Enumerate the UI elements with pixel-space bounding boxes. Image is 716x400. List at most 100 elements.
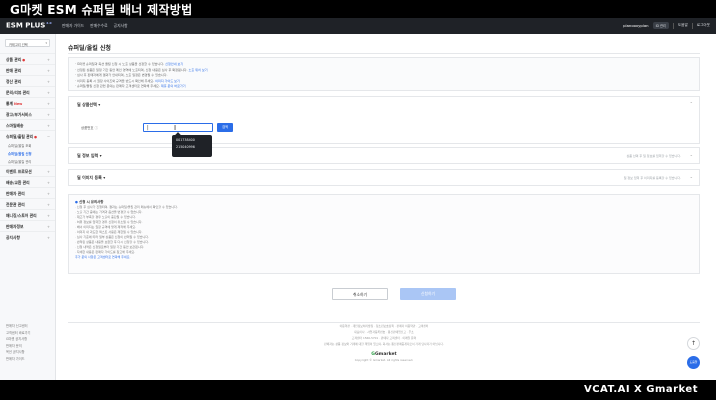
sidebar-item-delivery[interactable]: 배송/교환 관리 + xyxy=(0,176,55,187)
main-content: 슈퍼딜/올킬 신청 · G마켓 슈퍼딜과 옥션 올킬 신청 시 노출 상품을 선… xyxy=(56,34,716,380)
plus-icon: + xyxy=(46,112,50,117)
plus-icon: + xyxy=(46,68,50,73)
plus-icon: + xyxy=(46,101,50,106)
mouse-cursor-icon: I xyxy=(174,124,177,132)
watermark-text: VCAT.AI X Gmarket xyxy=(583,384,698,395)
header-right: planooxyplan ID 관리 도움말 로그아웃 xyxy=(623,22,710,29)
info-box: ● 신청 시 유의사항 · 신청 후 심사가 진행되며, 결과는 슈퍼딜/올킬 … xyxy=(68,194,700,274)
help-button[interactable]: 도움말 xyxy=(687,356,700,369)
status-badge: ● xyxy=(34,135,38,139)
chevron-down-icon: ▾ xyxy=(45,41,47,45)
sidebar-sub-superdeal-list[interactable]: 슈퍼딜/올킬 조회 xyxy=(0,141,55,149)
plus-icon: + xyxy=(46,224,50,229)
new-badge: New xyxy=(14,102,23,106)
sidebar-item-superdeal[interactable]: 슈퍼딜/올킬 관리● − xyxy=(0,130,55,141)
scroll-top-button[interactable]: ↑ xyxy=(687,337,700,350)
divider xyxy=(691,22,693,29)
product-number-row: 상품번호 ⓘ | 검색 xyxy=(81,123,233,132)
plus-icon: + xyxy=(46,123,50,128)
sidebar-item-shop[interactable]: 전문관 관리 + xyxy=(0,198,55,209)
section-header[interactable]: 딜 정보 입력 ▾ 상품 선택 후 딜 정보를 입력할 수 있습니다. ⌄ xyxy=(69,148,699,163)
section-header[interactable]: 딜 상품선택 ▾ ⌃ xyxy=(69,97,699,112)
sidebar-footer: 판매자 신고센터 고객센터 바로가기 G마켓 공지사항 판매자 문의 옥션 공지… xyxy=(6,323,30,362)
sidebar-item-notice[interactable]: 공지사항 + xyxy=(0,231,55,242)
sidebar-sub-superdeal-manage[interactable]: 슈퍼딜/올킬 관리 xyxy=(0,157,55,165)
help-icon: ⓘ xyxy=(94,126,98,130)
chevron-down-icon[interactable]: ⌄ xyxy=(690,174,693,179)
section-deal-product: 딜 상품선택 ▾ ⌃ 상품번호 ⓘ | 검색 xyxy=(68,96,700,144)
chevron-down-icon[interactable]: ⌄ xyxy=(690,152,693,157)
submit-button[interactable]: 신청하기 xyxy=(400,288,456,300)
page-title: 슈퍼딜/올킬 신청 xyxy=(68,45,111,52)
divider xyxy=(672,22,674,29)
product-number-input[interactable]: | xyxy=(143,123,213,132)
search-button[interactable]: 검색 xyxy=(217,123,233,132)
plus-icon: + xyxy=(46,202,50,207)
category-select[interactable]: 카테고리 선택 ▾ xyxy=(5,39,50,47)
gmarket-logo: GGmarket xyxy=(371,352,397,357)
sidebar-item-smile[interactable]: 스마일배송 + xyxy=(0,119,55,130)
copyright: Copyright © Gmarket. All rights reserved… xyxy=(354,358,414,362)
cancel-button[interactable]: 취소하기 xyxy=(332,288,388,300)
sidebar-item-inquiry[interactable]: 문의/리뷰 관리 + xyxy=(0,86,55,97)
minus-icon: − xyxy=(46,134,50,139)
notice-box: · G마켓 슈퍼딜과 옥션 올킬 신청 시 노출 상품을 선정할 수 있습니다.… xyxy=(68,57,700,91)
sidebar-item-settlement[interactable]: 정산 관리 + xyxy=(0,75,55,86)
nav-notice[interactable]: 공지사항 xyxy=(114,23,128,29)
section-deal-info: 딜 정보 입력 ▾ 상품 선택 후 딜 정보를 입력할 수 있습니다. ⌄ xyxy=(68,147,700,164)
autocomplete-option[interactable]: 001738400 xyxy=(176,138,208,145)
sidebar-item-sales[interactable]: 판매 관리 + xyxy=(0,64,55,75)
section-header[interactable]: 딜 이미지 등록 ▾ 딜 정보 입력 후 이미지를 등록할 수 있습니다. ⌄ xyxy=(69,170,699,185)
status-badge: ● xyxy=(22,58,26,62)
section-note: 딜 정보 입력 후 이미지를 등록할 수 있습니다. xyxy=(623,175,681,180)
header-nav: 판매자 가이드 판매수수료 공지사항 xyxy=(62,23,128,29)
plus-icon: + xyxy=(46,191,50,196)
watermark-bar: VCAT.AI X Gmarket xyxy=(0,380,716,400)
logout-link[interactable]: 로그아웃 xyxy=(697,23,710,28)
esm-logo[interactable]: ESM PLUS2.0 xyxy=(6,21,52,29)
autocomplete-dropdown: 001738400 215040996 xyxy=(172,132,212,157)
notice-link[interactable]: 노출 위치 보기 xyxy=(189,68,208,72)
notice-line: · 슈퍼딜/올킬 신청 관련 문의는 판매자 고객센터로 연락해 주세요. 제휴… xyxy=(75,84,186,89)
notice-link[interactable]: 제휴 문의 바로가기 xyxy=(161,84,186,88)
info-icon: ● xyxy=(75,200,78,204)
sidebar-sub-superdeal-apply[interactable]: 슈퍼딜/올킬 신청 xyxy=(0,149,55,157)
autocomplete-option[interactable]: 215040996 xyxy=(176,145,208,152)
plus-icon: + xyxy=(46,90,50,95)
sidebar: 카테고리 선택 ▾ 상품 관리● + 판매 관리 + 정산 관리 + 문의/리뷰 관리 +… xyxy=(0,34,56,380)
sidebar-item-event[interactable]: 이벤트 프로모션 + xyxy=(0,165,55,176)
divider xyxy=(68,53,700,54)
sidebar-item-store[interactable]: 매니징/스토어 관리 + xyxy=(0,209,55,220)
notice-link[interactable]: 신청안내 보기 xyxy=(165,62,183,66)
notice-link[interactable]: 이미지 가이드 보기 xyxy=(155,79,180,83)
info-contact-line[interactable]: 추가 문의 사항은 고객센터로 연락해 주세요. xyxy=(75,255,693,260)
sidebar-item-ads[interactable]: 광고/부가서비스 + xyxy=(0,108,55,119)
video-title: G마켓 ESM 슈퍼딜 배너 제작방법 xyxy=(10,3,193,17)
section-deal-image: 딜 이미지 등록 ▾ 딜 정보 입력 후 이미지를 등록할 수 있습니다. ⌄ xyxy=(68,169,700,186)
sidebar-footer-link[interactable]: 판매자 가이드 xyxy=(6,356,30,363)
plus-icon: + xyxy=(46,235,50,240)
footer-line: 대표이사 · 사업자등록번호 · 통신판매업신고 · 주소 xyxy=(354,330,414,334)
sidebar-item-seller[interactable]: 판매자 관리 + xyxy=(0,187,55,198)
account-name[interactable]: planooxyplan xyxy=(623,23,648,28)
plus-icon: + xyxy=(46,213,50,218)
nav-fees[interactable]: 판매수수료 xyxy=(90,23,107,29)
sidebar-item-product[interactable]: 상품 관리● + xyxy=(0,53,55,64)
plus-icon: + xyxy=(46,79,50,84)
plus-icon: + xyxy=(46,169,50,174)
id-manage-chip[interactable]: ID 관리 xyxy=(652,22,669,29)
chevron-up-icon[interactable]: ⌃ xyxy=(690,101,693,106)
help-link[interactable]: 도움말 xyxy=(678,23,688,28)
sidebar-item-stats[interactable]: 통계New + xyxy=(0,97,55,108)
footer-line: 고객센터 1566-5701 · 판매자 고객센터 · 이메일 문의 xyxy=(351,336,417,340)
page-footer: 이용약관 · 개인정보처리방침 · 청소년보호정책 · 판매자 이용약관 · 고… xyxy=(68,322,700,380)
plus-icon: + xyxy=(46,57,50,62)
video-title-bar: G마켓 ESM 슈퍼딜 배너 제작방법 xyxy=(0,0,716,18)
text-cursor: | xyxy=(147,125,149,131)
section-note: 상품 선택 후 딜 정보를 입력할 수 있습니다. xyxy=(626,153,681,158)
app-header: ESM PLUS2.0 판매자 가이드 판매수수료 공지사항 planooxyp… xyxy=(0,18,716,34)
form-actions: 취소하기 신청하기 xyxy=(332,288,456,300)
plus-icon: + xyxy=(46,180,50,185)
nav-seller-guide[interactable]: 판매자 가이드 xyxy=(62,23,84,29)
sidebar-item-sellerinfo[interactable]: 판매자정보 + xyxy=(0,220,55,231)
